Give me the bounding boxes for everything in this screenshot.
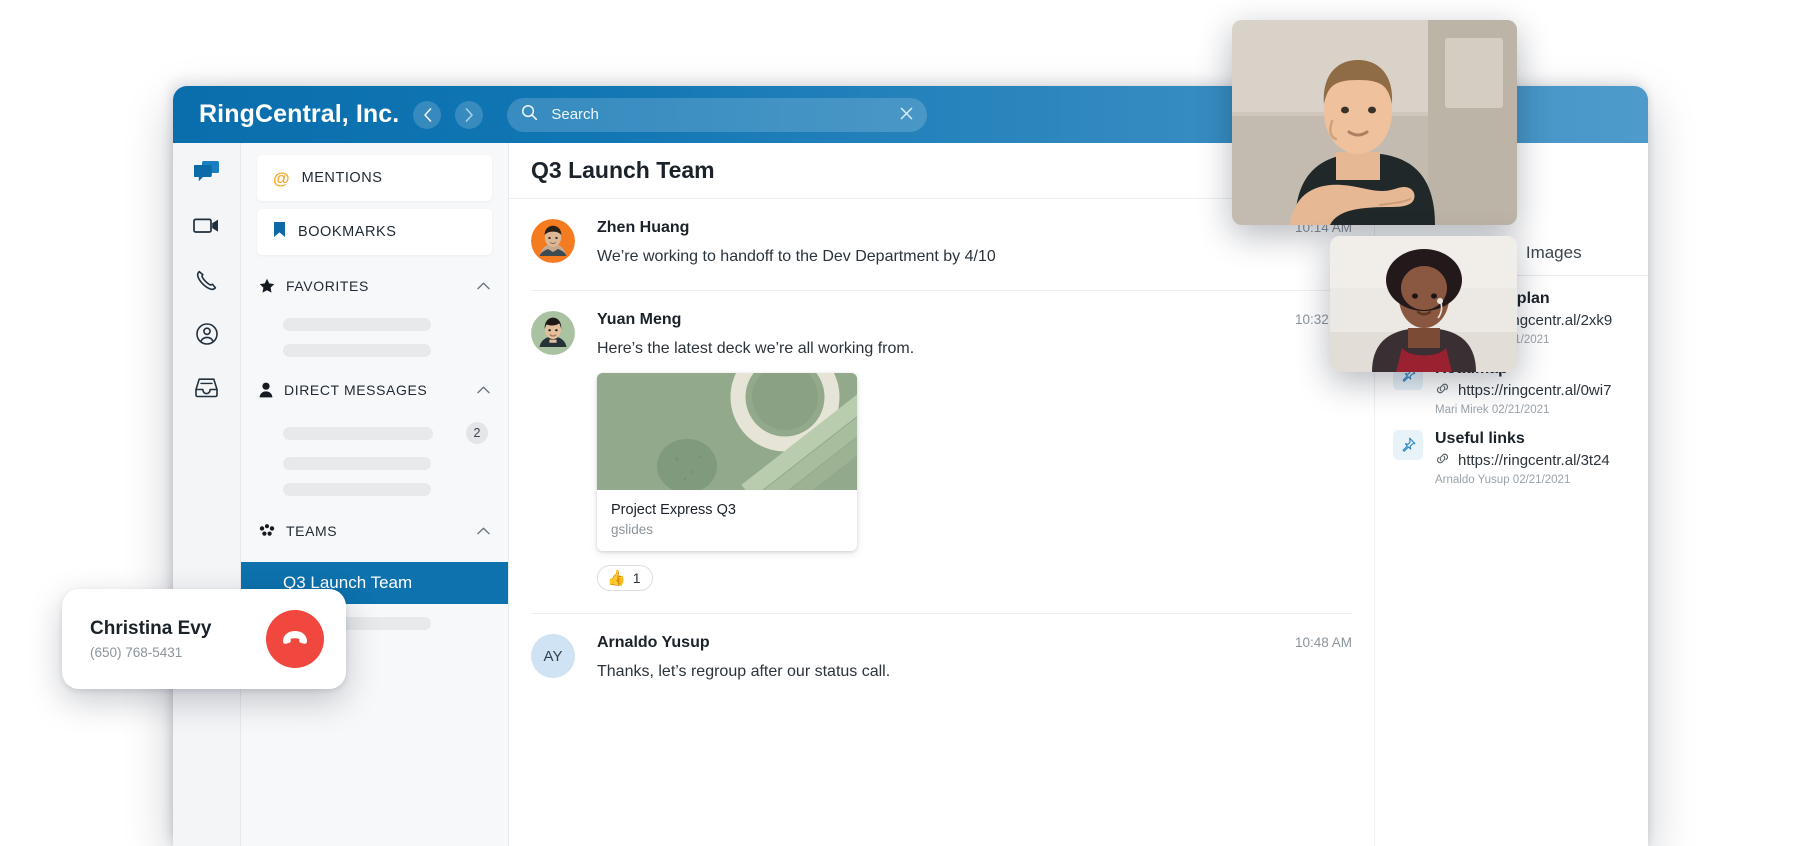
inbox-tray-icon <box>194 376 219 404</box>
sidebar: @ MENTIONS BOOKMARKS FAVORITES <box>241 143 509 846</box>
pinned-meta: Arnaldo Yusup 02/21/2021 <box>1435 474 1610 486</box>
message-author: Yuan Meng <box>597 311 681 329</box>
end-call-button[interactable] <box>266 610 324 668</box>
sidebar-section-direct-messages[interactable]: DIRECT MESSAGES <box>241 357 508 409</box>
video-tile-participant-secondary[interactable] <box>1330 236 1517 372</box>
thumbs-up-icon: 👍 <box>607 571 626 586</box>
close-icon[interactable] <box>900 106 913 123</box>
phone-icon <box>195 268 219 297</box>
message-text: Here’s the latest deck we’re all working… <box>597 338 1352 360</box>
message-author: Zhen Huang <box>597 219 689 237</box>
video-tile-participant-main[interactable] <box>1232 20 1517 225</box>
search-placeholder: Search <box>551 106 599 123</box>
mentions-label: MENTIONS <box>302 170 383 186</box>
person-icon <box>259 382 273 398</box>
teams-icon <box>259 524 275 538</box>
search-input[interactable]: Search <box>507 98 927 132</box>
message-row: AY Arnaldo Yusup 10:48 AM Thanks, let’s … <box>531 614 1352 705</box>
sidebar-section-teams[interactable]: TEAMS <box>241 496 508 550</box>
org-title: RingCentral, Inc. <box>199 100 399 129</box>
rail-item-messages[interactable] <box>190 157 224 191</box>
sidebar-section-favorites[interactable]: FAVORITES <box>241 263 508 305</box>
star-icon <box>259 278 275 294</box>
message-bubbles-icon <box>194 160 220 189</box>
attachment-preview-image <box>597 373 857 490</box>
forward-button[interactable] <box>455 101 483 129</box>
dm-unread-badge: 2 <box>466 422 488 444</box>
reaction-count: 1 <box>633 570 641 586</box>
sidebar-placeholder-row <box>283 318 431 331</box>
pinned-url-row[interactable]: https://ringcentr.al/0wi7 <box>1435 382 1611 399</box>
message-text: Thanks, let’s regroup after our status c… <box>597 661 1352 683</box>
incoming-call-popup: Christina Evy (650) 768-5431 <box>62 589 346 689</box>
contacts-person-icon <box>195 322 219 351</box>
pinned-meta: Mari Mirek 02/21/2021 <box>1435 404 1611 416</box>
pinned-url-row[interactable]: https://ringcentr.al/3t24 <box>1435 452 1610 469</box>
rail-item-inbox[interactable] <box>190 373 224 407</box>
screenshot-root: RingCentral, Inc. Search <box>0 0 1820 846</box>
teams-label: TEAMS <box>286 523 337 539</box>
conversation-pane: Q3 Launch Team <box>509 143 1374 846</box>
bookmark-icon <box>273 221 286 243</box>
message-body: Yuan Meng 10:32 AM Here’s the latest dec… <box>597 311 1352 592</box>
search-icon <box>521 104 538 126</box>
tab-images[interactable]: Images <box>1526 243 1582 275</box>
chevron-left-icon <box>423 108 432 122</box>
attachment-card[interactable]: Project Express Q3 gslides <box>597 373 857 551</box>
sidebar-item-bookmarks[interactable]: BOOKMARKS <box>257 209 492 255</box>
pinned-title: Useful links <box>1435 430 1610 448</box>
sidebar-dm-row[interactable]: 2 <box>241 409 508 444</box>
chevron-up-icon <box>477 277 490 295</box>
direct-messages-label: DIRECT MESSAGES <box>284 382 427 398</box>
message-text: We’re working to handoff to the Dev Depa… <box>597 246 1352 268</box>
caller-number: (650) 768-5431 <box>90 645 211 660</box>
hangup-phone-icon <box>278 620 312 659</box>
pin-icon <box>1393 430 1423 460</box>
at-mention-icon: @ <box>273 170 290 187</box>
avatar-initials: AY <box>544 648 563 665</box>
pinned-url: https://ringcentr.al/0wi7 <box>1458 382 1611 399</box>
bookmarks-label: BOOKMARKS <box>298 224 396 240</box>
rail-item-contacts[interactable] <box>190 319 224 353</box>
chevron-right-icon <box>465 108 474 122</box>
sidebar-placeholder-row <box>283 457 431 470</box>
nav-rail <box>173 143 241 846</box>
reaction-badge[interactable]: 👍 1 <box>597 565 653 591</box>
attachment-title: Project Express Q3 <box>611 502 843 518</box>
chevron-up-icon <box>477 522 490 540</box>
message-row: Zhen Huang 10:14 AM We’re working to han… <box>531 199 1352 291</box>
message-row: Yuan Meng 10:32 AM Here’s the latest dec… <box>531 291 1352 615</box>
rail-item-video[interactable] <box>190 211 224 245</box>
message-body: Zhen Huang 10:14 AM We’re working to han… <box>597 219 1352 268</box>
avatar[interactable] <box>531 219 575 263</box>
pinned-url: https://ringcentr.al/3t24 <box>1458 452 1610 469</box>
caller-name: Christina Evy <box>90 618 211 640</box>
attachment-subtitle: gslides <box>611 522 843 537</box>
favorites-label: FAVORITES <box>286 278 369 294</box>
sidebar-item-mentions[interactable]: @ MENTIONS <box>257 155 492 201</box>
rail-item-phone[interactable] <box>190 265 224 299</box>
chevron-up-icon <box>477 381 490 399</box>
link-icon <box>1435 452 1450 469</box>
attachment-meta: Project Express Q3 gslides <box>597 490 857 551</box>
back-button[interactable] <box>413 101 441 129</box>
message-timestamp: 10:48 AM <box>1295 635 1352 650</box>
link-icon <box>1435 382 1450 399</box>
page-title: Q3 Launch Team <box>531 157 715 184</box>
caller-info: Christina Evy (650) 768-5431 <box>90 618 211 660</box>
message-author: Arnaldo Yusup <box>597 634 710 652</box>
avatar[interactable]: AY <box>531 634 575 678</box>
message-list: Zhen Huang 10:14 AM We’re working to han… <box>509 199 1374 846</box>
video-camera-icon <box>193 216 220 240</box>
sidebar-placeholder-row <box>283 483 431 496</box>
avatar[interactable] <box>531 311 575 355</box>
pinned-item-body: Useful links https://ringcentr.al/3t24 A… <box>1435 430 1610 486</box>
sidebar-placeholder-row <box>283 427 433 440</box>
pinned-item[interactable]: Useful links https://ringcentr.al/3t24 A… <box>1375 416 1648 486</box>
sidebar-placeholder-row <box>283 344 431 357</box>
message-body: Arnaldo Yusup 10:48 AM Thanks, let’s reg… <box>597 634 1352 683</box>
